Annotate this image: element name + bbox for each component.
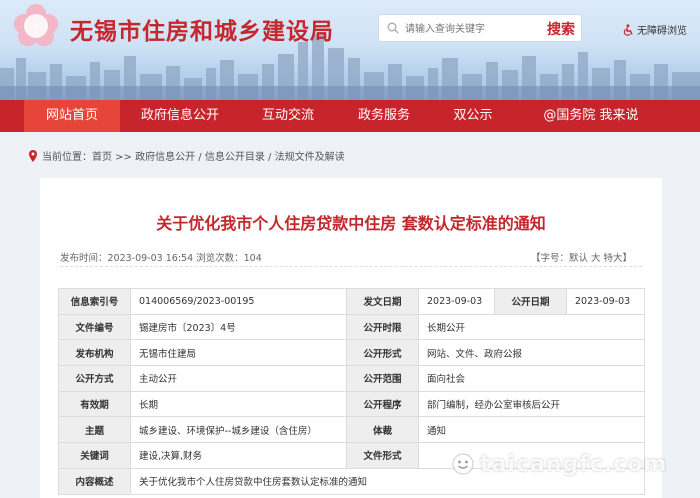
font-size-switcher[interactable]: 【字号：默认 大 特大】 [531,250,632,264]
table-value: 014006569/2023-00195 [130,288,347,315]
table-label: 公开形式 [346,339,419,367]
nav-item-double-publicity[interactable]: 双公示 [428,100,518,132]
main-nav: 网站首页 政府信息公开 互动交流 政务服务 双公示 @国务院 我来说 [0,100,700,132]
accessibility-label: 无障碍浏览 [637,26,687,37]
flower-logo-icon [14,4,58,46]
table-label: 公开时限 [346,313,419,341]
table-label: 文件编号 [58,313,131,341]
table-value: 长期 [130,390,347,418]
accessibility-link[interactable]: 无障碍浏览 [622,22,687,39]
table-label: 体裁 [346,416,419,444]
smiley-icon [452,453,474,481]
table-value: 主动公开 [130,365,347,392]
table-value: 建设,决算,财务 [130,442,347,469]
article-title: 关于优化我市个人住房贷款中住房 套数认定标准的通知 [156,214,546,233]
breadcrumb: 当前位置：首页 >> 政府信息公开 / 信息公开目录 / 法规文件及解读 [28,148,345,165]
site-watermark: taicangfc.com [452,452,667,481]
search-icon [387,22,399,34]
site-title[interactable]: 无锡市住房和城乡建设局 [70,12,334,46]
table-label: 发布机构 [58,339,131,367]
nav-item-state-council[interactable]: @国务院 我来说 [526,100,656,132]
table-value: 部门编制，经办公室审核后公开 [418,390,645,418]
breadcrumb-path[interactable]: 首页 >> 政府信息公开 / 信息公开目录 / 法规文件及解读 [92,152,345,163]
breadcrumb-prefix: 当前位置： [42,152,92,163]
table-value: 锡建房市〔2023〕4号 [130,313,347,341]
table-label: 信息索引号 [58,288,131,315]
site-header: 无锡市住房和城乡建设局 搜索 无障碍浏览 [0,0,700,100]
search-button[interactable]: 搜索 [547,19,575,39]
table-row: 发布机构 无锡市住建局 公开形式 网站、文件、政府公报 [58,339,645,367]
site-logo[interactable] [8,4,64,48]
table-row: 主题 城乡建设、环境保护--城乡建设（含住房） 体裁 通知 [58,416,645,444]
nav-item-services[interactable]: 政务服务 [336,100,432,132]
table-row: 信息索引号 014006569/2023-00195 发文日期 2023-09-… [58,288,645,315]
table-row: 有效期 长期 公开程序 部门编制，经办公室审核后公开 [58,390,645,418]
table-label: 公开方式 [58,365,131,392]
table-value: 2023-09-03 [418,288,495,315]
table-value: 面向社会 [418,365,645,392]
nav-item-gov-info[interactable]: 政府信息公开 [130,100,230,132]
article-meta: 发布时间：2023-09-03 16:54 浏览次数：104 [60,253,262,264]
table-value: 长期公开 [418,313,645,341]
table-value: 城乡建设、环境保护--城乡建设（含住房） [130,416,347,444]
watermark-text: taicangfc.com [480,452,668,477]
table-value: 2023-09-03 [566,288,645,315]
table-value: 通知 [418,416,645,444]
divider [60,266,642,267]
table-label: 关键词 [58,442,131,469]
table-label: 公开程序 [346,390,419,418]
table-value: 网站、文件、政府公报 [418,339,645,367]
table-label: 公开范围 [346,365,419,392]
table-label: 文件形式 [346,442,419,469]
nav-item-home[interactable]: 网站首页 [24,100,120,132]
table-label: 主题 [58,416,131,444]
search-input[interactable] [405,19,525,39]
table-value: 无锡市住建局 [130,339,347,367]
wheelchair-icon [622,23,634,39]
table-row: 公开方式 主动公开 公开范围 面向社会 [58,365,645,392]
table-label: 有效期 [58,390,131,418]
location-pin-icon [28,150,38,165]
nav-item-interaction[interactable]: 互动交流 [240,100,336,132]
table-label: 发文日期 [346,288,419,315]
article-card: 关于优化我市个人住房贷款中住房 套数认定标准的通知 发布时间：2023-09-0… [40,178,662,498]
table-label: 公开日期 [494,288,567,315]
table-label: 内容概述 [58,467,131,495]
table-row: 文件编号 锡建房市〔2023〕4号 公开时限 长期公开 [58,313,645,341]
search-box: 搜索 [378,14,582,42]
